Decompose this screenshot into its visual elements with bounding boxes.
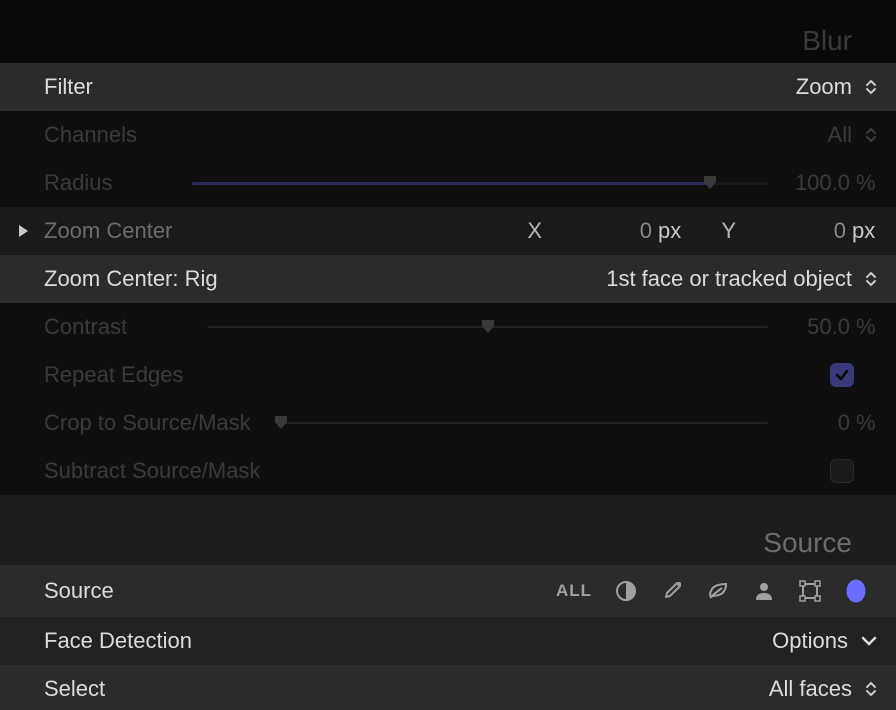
- row-select: Select All faces: [0, 665, 896, 710]
- face-icon[interactable]: [844, 579, 868, 603]
- zoom-center-rig-value[interactable]: 1st face or tracked object: [606, 266, 852, 292]
- source-label: Source: [44, 578, 114, 604]
- row-radius: Radius 100.0 %: [0, 159, 896, 207]
- source-toolbar: ALL: [556, 579, 868, 603]
- triangle-right-icon[interactable]: [14, 222, 32, 240]
- radius-value[interactable]: 100.0: [786, 170, 850, 196]
- face-detection-label: Face Detection: [44, 628, 192, 654]
- radius-slider[interactable]: [192, 173, 768, 193]
- zoom-center-rig-label: Zoom Center: Rig: [44, 266, 218, 292]
- filter-value[interactable]: Zoom: [796, 74, 852, 100]
- select-label: Select: [44, 676, 105, 702]
- eyedropper-icon[interactable]: [660, 579, 684, 603]
- check-icon: [834, 367, 850, 383]
- row-subtract-source: Subtract Source/Mask: [0, 447, 896, 495]
- contrast-label: Contrast: [44, 314, 127, 340]
- radius-label: Radius: [44, 170, 112, 196]
- row-repeat-edges: Repeat Edges: [0, 351, 896, 399]
- section-title: Blur: [802, 25, 852, 57]
- row-filter: Filter Zoom: [0, 63, 896, 111]
- filter-label: Filter: [44, 74, 93, 100]
- x-unit: px: [652, 218, 686, 244]
- slider-thumb-icon[interactable]: [480, 320, 496, 334]
- person-icon[interactable]: [752, 579, 776, 603]
- repeat-edges-checkbox[interactable]: [830, 363, 854, 387]
- section-header-source: Source: [0, 495, 896, 565]
- all-button[interactable]: ALL: [556, 581, 592, 601]
- channels-label: Channels: [44, 122, 137, 148]
- section-title: Source: [763, 527, 852, 559]
- subtract-source-label: Subtract Source/Mask: [44, 458, 260, 484]
- zoom-center-xy: X 0 px Y 0 px: [172, 218, 880, 244]
- row-contrast: Contrast 50.0 %: [0, 303, 896, 351]
- contrast-value[interactable]: 50.0: [786, 314, 850, 340]
- contrast-unit: %: [850, 314, 880, 340]
- row-channels: Channels All: [0, 111, 896, 159]
- x-value[interactable]: 0: [542, 218, 652, 244]
- crop-slider[interactable]: [281, 413, 768, 433]
- crop-to-source-label: Crop to Source/Mask: [44, 410, 251, 436]
- radius-unit: %: [850, 170, 880, 196]
- updown-icon[interactable]: [862, 269, 880, 289]
- row-face-detection: Face Detection Options: [0, 617, 896, 665]
- contrast-slider[interactable]: [207, 317, 768, 337]
- leaf-icon[interactable]: [706, 579, 730, 603]
- contrast-circle-icon[interactable]: [614, 579, 638, 603]
- chevron-down-icon[interactable]: [858, 630, 880, 652]
- select-value[interactable]: All faces: [769, 676, 852, 702]
- updown-icon[interactable]: [862, 125, 880, 145]
- subtract-source-checkbox[interactable]: [830, 459, 854, 483]
- row-zoom-center-rig: Zoom Center: Rig 1st face or tracked obj…: [0, 255, 896, 303]
- crop-unit: %: [850, 410, 880, 436]
- x-label: X: [492, 218, 542, 244]
- face-detection-value[interactable]: Options: [772, 628, 848, 654]
- y-unit: px: [846, 218, 880, 244]
- transform-box-icon[interactable]: [798, 579, 822, 603]
- updown-icon[interactable]: [862, 679, 880, 699]
- slider-thumb-icon[interactable]: [273, 416, 289, 430]
- y-label: Y: [686, 218, 736, 244]
- row-source: Source ALL: [0, 565, 896, 617]
- slider-thumb-icon[interactable]: [702, 176, 718, 190]
- row-crop-to-source: Crop to Source/Mask 0 %: [0, 399, 896, 447]
- y-value[interactable]: 0: [736, 218, 846, 244]
- inspector-panel: Blur Filter Zoom Channels All Radius: [0, 0, 896, 710]
- section-header-blur: Blur: [0, 0, 896, 63]
- row-zoom-center: Zoom Center X 0 px Y 0 px: [0, 207, 896, 255]
- zoom-center-label: Zoom Center: [44, 218, 172, 244]
- channels-value[interactable]: All: [828, 122, 852, 148]
- repeat-edges-label: Repeat Edges: [44, 362, 183, 388]
- crop-value[interactable]: 0: [786, 410, 850, 436]
- updown-icon[interactable]: [862, 77, 880, 97]
